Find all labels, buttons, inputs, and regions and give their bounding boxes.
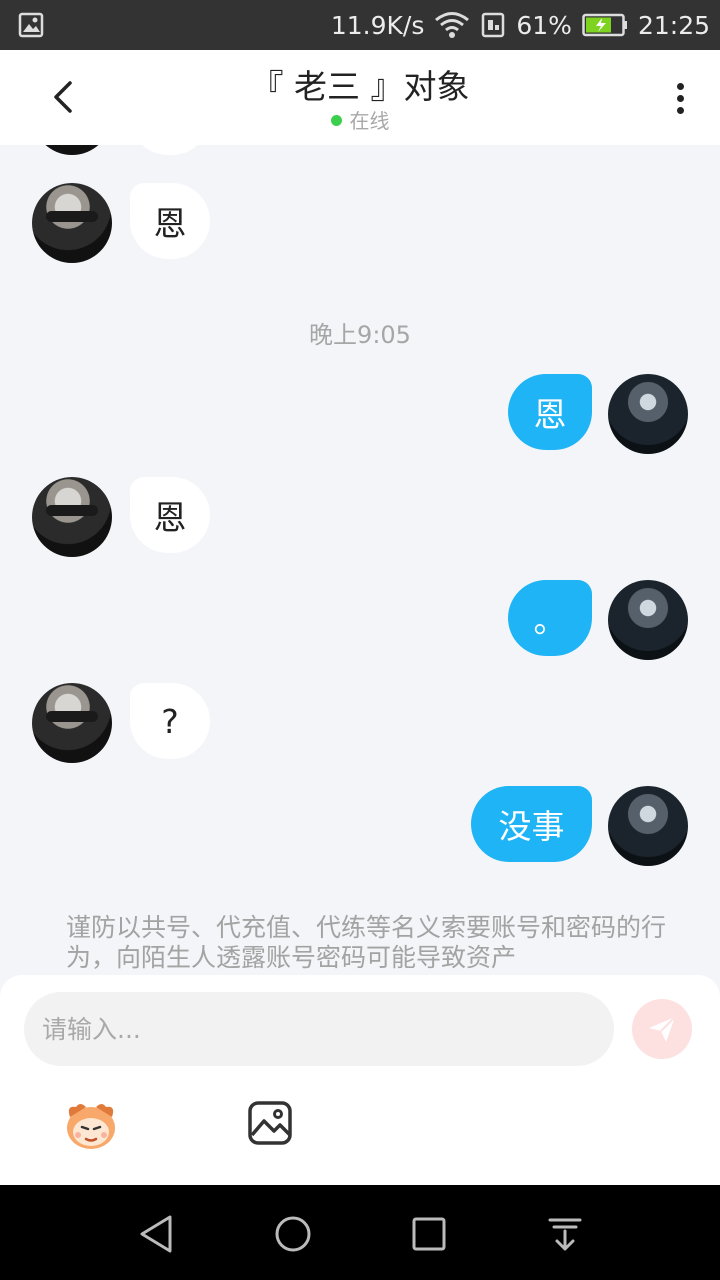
outgoing-message: 恩 <box>508 374 592 450</box>
contact-avatar[interactable] <box>32 183 112 263</box>
wifi-icon <box>435 12 470 38</box>
emoji-icon[interactable] <box>60 1097 122 1153</box>
nav-notification-pull-icon[interactable] <box>542 1211 588 1257</box>
composer <box>0 975 720 1185</box>
paper-plane-icon <box>649 1016 676 1042</box>
status-bar: 11.9K/s 61% 21:25 <box>0 0 720 50</box>
network-speed: 11.9K/s <box>330 10 425 40</box>
message-list[interactable]: 恩 晚上9:05 恩 恩 。 ? 没事 谨防以共号、代充值、代练等名义索要账号和… <box>0 145 720 975</box>
my-avatar[interactable] <box>608 786 688 866</box>
contact-avatar[interactable] <box>32 683 112 763</box>
image-notification-icon <box>18 12 44 38</box>
contact-avatar[interactable] <box>32 145 112 155</box>
incoming-message: ? <box>130 683 210 759</box>
online-status: 在线 <box>0 105 720 134</box>
my-avatar[interactable] <box>608 580 688 660</box>
send-button[interactable] <box>632 999 692 1059</box>
more-options-icon[interactable] <box>670 80 690 120</box>
outgoing-message: 没事 <box>471 786 592 862</box>
sim-icon <box>482 12 505 38</box>
timestamp: 晚上9:05 <box>309 321 411 349</box>
security-warning: 谨防以共号、代充值、代练等名义索要账号和密码的行为，向陌生人透露账号密码可能导致… <box>66 913 667 972</box>
message-bubble-partial <box>130 145 210 155</box>
incoming-message: 恩 <box>130 477 210 553</box>
battery-icon <box>582 13 627 37</box>
nav-back-icon[interactable] <box>134 1211 180 1257</box>
nav-recents-icon[interactable] <box>406 1211 452 1257</box>
contact-avatar[interactable] <box>32 477 112 557</box>
outgoing-message: 。 <box>508 580 592 656</box>
online-dot-icon <box>330 115 342 126</box>
incoming-message: 恩 <box>130 183 210 259</box>
clock: 21:25 <box>637 10 710 40</box>
my-avatar[interactable] <box>608 374 688 454</box>
online-status-label: 在线 <box>349 109 390 133</box>
nav-home-icon[interactable] <box>270 1211 316 1257</box>
chat-title: 『 老三 』对象 <box>250 67 470 106</box>
message-input[interactable] <box>24 992 614 1066</box>
chat-header: 『 老三 』对象 在线 <box>0 50 720 145</box>
image-picker-icon[interactable] <box>246 1099 294 1147</box>
battery-percent: 61% <box>516 10 572 40</box>
system-nav-bar <box>0 1185 720 1280</box>
